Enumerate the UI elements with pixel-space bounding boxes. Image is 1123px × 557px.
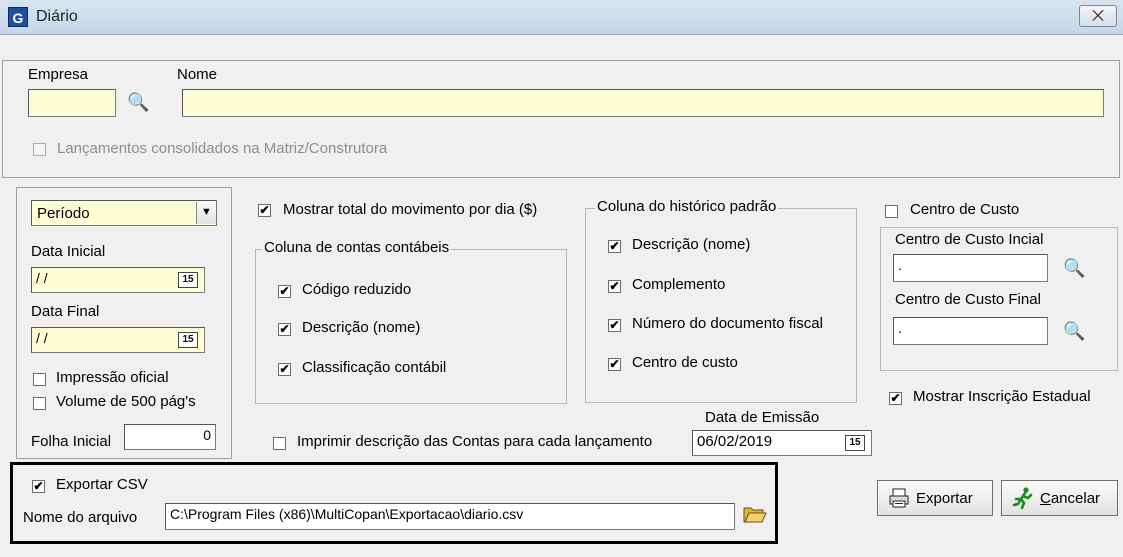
data-inicial-label: Data Inicial	[31, 243, 106, 260]
data-final-input[interactable]: / / 15	[31, 327, 205, 353]
nome-label: Nome	[177, 66, 218, 83]
centro-custo-label: Centro de Custo	[910, 201, 1020, 218]
descricao-conta-label: Descrição (nome)	[302, 319, 421, 336]
imprimir-descricao-label: Imprimir descrição das Contas para cada …	[297, 433, 653, 450]
data-emissao-input[interactable]: 06/02/2019 15	[692, 430, 872, 456]
historico-padrao-legend: Coluna do histórico padrão	[595, 198, 779, 215]
exportar-button[interactable]: Exportar	[877, 480, 993, 516]
company-panel	[2, 60, 1120, 178]
data-inicial-input[interactable]: / / 15	[31, 267, 205, 293]
calendar-icon[interactable]: 15	[178, 332, 198, 348]
folha-inicial-input[interactable]: 0	[124, 424, 216, 450]
consolidados-checkbox[interactable]	[33, 143, 46, 156]
app-icon: G	[8, 7, 28, 27]
exportar-csv-checkbox[interactable]: ✔	[32, 480, 45, 493]
printer-icon	[888, 487, 910, 513]
mostrar-total-checkbox[interactable]: ✔	[258, 204, 271, 217]
calendar-icon[interactable]: 15	[845, 435, 865, 451]
chevron-down-icon[interactable]: ▼	[196, 202, 216, 224]
binoculars-icon[interactable]: 🔍	[1063, 321, 1085, 342]
window-title: Diário	[36, 8, 78, 25]
nome-arquivo-input[interactable]: C:\Program Files (x86)\MultiCopan\Export…	[165, 503, 735, 530]
centro-custo-historico-checkbox[interactable]: ✔	[608, 358, 621, 371]
centro-custo-historico-label: Centro de custo	[632, 354, 738, 371]
codigo-reduzido-checkbox[interactable]: ✔	[278, 285, 291, 298]
data-emissao-label: Data de Emissão	[705, 409, 820, 426]
classificacao-label: Classificação contábil	[302, 359, 447, 376]
data-inicial-value: / /	[36, 270, 48, 286]
cancelar-accel: C	[1040, 490, 1051, 507]
complemento-checkbox[interactable]: ✔	[608, 280, 621, 293]
documento-fiscal-label: Número do documento fiscal	[632, 315, 823, 332]
imprimir-descricao-checkbox[interactable]	[273, 437, 286, 450]
descricao-historico-label: Descrição (nome)	[632, 236, 751, 253]
runner-icon	[1012, 486, 1036, 514]
calendar-icon[interactable]: 15	[178, 272, 198, 288]
nome-arquivo-label: Nome do arquivo	[23, 509, 138, 526]
classificacao-checkbox[interactable]: ✔	[278, 363, 291, 376]
data-final-label: Data Final	[31, 303, 100, 320]
descricao-historico-checkbox[interactable]: ✔	[608, 240, 621, 253]
centro-custo-inicial-label: Centro de Custo Incial	[895, 231, 1044, 248]
periodo-select[interactable]: Período ▼	[31, 200, 217, 226]
centro-custo-inicial-input[interactable]: .	[893, 254, 1048, 282]
periodo-selected: Período	[37, 205, 90, 222]
centro-custo-checkbox[interactable]	[885, 205, 898, 218]
exportar-csv-label: Exportar CSV	[56, 476, 148, 493]
close-button[interactable]: ⨉	[1079, 5, 1117, 27]
complemento-label: Complemento	[632, 276, 726, 293]
descricao-conta-checkbox[interactable]: ✔	[278, 323, 291, 336]
mostrar-ie-checkbox[interactable]: ✔	[889, 392, 902, 405]
volume-500-checkbox[interactable]	[33, 397, 46, 410]
binoculars-icon[interactable]: 🔍	[1063, 258, 1085, 279]
empresa-input[interactable]	[28, 89, 116, 117]
cancelar-rest: ancelar	[1050, 490, 1101, 507]
binoculars-icon[interactable]: 🔍	[127, 92, 149, 113]
period-panel	[16, 187, 232, 459]
impressao-oficial-label: Impressão oficial	[56, 369, 169, 386]
centro-custo-final-input[interactable]: .	[893, 317, 1048, 345]
cancelar-button-label: Cancelar	[1040, 490, 1100, 507]
impressao-oficial-checkbox[interactable]	[33, 373, 46, 386]
contas-contabeis-legend: Coluna de contas contábeis	[262, 239, 452, 256]
mostrar-total-label: Mostrar total do movimento por dia ($)	[283, 201, 538, 218]
folha-inicial-label: Folha Inicial	[31, 433, 112, 450]
volume-500-label: Volume de 500 pág's	[56, 393, 196, 410]
folder-open-icon[interactable]	[743, 504, 767, 524]
empresa-label: Empresa	[28, 66, 89, 83]
consolidados-label: Lançamentos consolidados na Matriz/Const…	[57, 140, 388, 157]
data-final-value: / /	[36, 330, 48, 346]
cancelar-button[interactable]: Cancelar	[1001, 480, 1118, 516]
mostrar-ie-label: Mostrar Inscrição Estadual	[913, 388, 1091, 405]
documento-fiscal-checkbox[interactable]: ✔	[608, 319, 621, 332]
codigo-reduzido-label: Código reduzido	[302, 281, 412, 298]
data-emissao-value: 06/02/2019	[697, 433, 773, 450]
exportar-button-label: Exportar	[916, 490, 973, 507]
title-bar	[0, 0, 1123, 35]
centro-custo-final-label: Centro de Custo Final	[895, 291, 1041, 308]
nome-input[interactable]	[182, 89, 1104, 117]
